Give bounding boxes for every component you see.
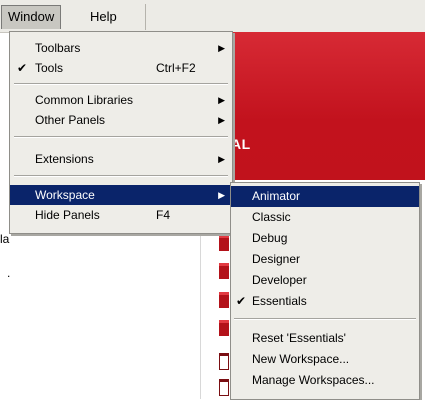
menu-item-tools[interactable]: ✔ Tools Ctrl+F2 xyxy=(10,58,232,78)
document-icon[interactable] xyxy=(219,353,229,370)
menu-item-common-libraries[interactable]: Common Libraries ▶ xyxy=(10,90,232,110)
workspace-debug[interactable]: Debug xyxy=(231,228,419,249)
menu-bar: Window Help xyxy=(0,0,425,33)
menu-item-label: Toolbars xyxy=(35,41,81,55)
document-icon[interactable] xyxy=(219,379,229,396)
menu-separator xyxy=(14,136,228,138)
submenu-arrow-icon: ▶ xyxy=(218,154,225,164)
menu-item-label: Other Panels xyxy=(35,113,106,127)
panel-text: la xyxy=(0,232,10,246)
menu-window[interactable]: Window xyxy=(1,5,62,29)
menu-separator xyxy=(234,318,416,320)
menu-separator xyxy=(14,83,228,85)
submenu-arrow-icon: ▶ xyxy=(218,43,225,53)
workspace-essentials[interactable]: ✔ Essentials xyxy=(231,291,419,312)
library-panel xyxy=(0,232,201,399)
workspace-designer[interactable]: Designer xyxy=(231,249,419,270)
menu-item-label: Debug xyxy=(252,231,288,245)
menu-item-label: Hide Panels xyxy=(35,208,100,222)
menu-separator xyxy=(14,175,228,177)
menu-item-hide-panels[interactable]: Hide Panels F4 xyxy=(10,205,232,225)
menu-item-other-panels[interactable]: Other Panels ▶ xyxy=(10,110,232,130)
menu-item-label: Common Libraries xyxy=(35,93,134,107)
workspace-submenu: Animator Classic Debug Designer Develope… xyxy=(230,182,420,400)
file-icon[interactable] xyxy=(219,235,229,251)
workspace-classic[interactable]: Classic xyxy=(231,207,419,228)
menubar-divider xyxy=(145,4,146,30)
workspace-developer[interactable]: Developer xyxy=(231,270,419,291)
menu-item-label: Essentials xyxy=(252,294,307,308)
menu-item-label: Classic xyxy=(252,210,291,224)
menu-item-label: Reset 'Essentials' xyxy=(252,331,346,345)
menu-item-label: New Workspace... xyxy=(252,352,350,366)
menu-item-label: Designer xyxy=(252,252,301,266)
welcome-banner: AL xyxy=(228,32,425,180)
banner-text: AL xyxy=(231,136,251,152)
menu-item-label: Extensions xyxy=(35,152,94,166)
menu-help[interactable]: Help xyxy=(84,6,123,28)
file-icon[interactable] xyxy=(219,320,229,336)
menu-item-label: Tools xyxy=(35,61,64,75)
file-icon[interactable] xyxy=(219,292,229,308)
shortcut-label: Ctrl+F2 xyxy=(156,61,196,75)
menu-item-label: Workspace xyxy=(35,188,95,202)
panel-text-dot: . xyxy=(7,266,11,280)
workspace-reset[interactable]: Reset 'Essentials' xyxy=(231,328,419,349)
menu-item-label: Developer xyxy=(252,273,307,287)
workspace-new[interactable]: New Workspace... xyxy=(231,349,419,370)
checkmark-icon: ✔ xyxy=(236,294,247,308)
submenu-arrow-icon: ▶ xyxy=(218,190,225,200)
workspace-manage[interactable]: Manage Workspaces... xyxy=(231,370,419,391)
menu-item-workspace[interactable]: Workspace ▶ xyxy=(10,185,232,205)
file-icon[interactable] xyxy=(219,263,229,279)
submenu-arrow-icon: ▶ xyxy=(218,95,225,105)
submenu-arrow-icon: ▶ xyxy=(218,115,225,125)
checkmark-icon: ✔ xyxy=(17,61,28,75)
menu-item-toolbars[interactable]: Toolbars ▶ xyxy=(10,38,232,58)
menu-item-label: Animator xyxy=(252,189,301,203)
window-menu: Toolbars ▶ ✔ Tools Ctrl+F2 Common Librar… xyxy=(9,31,233,234)
shortcut-label: F4 xyxy=(156,208,171,222)
workspace-animator[interactable]: Animator xyxy=(231,186,419,207)
menu-item-label: Manage Workspaces... xyxy=(252,373,375,387)
menu-item-extensions[interactable]: Extensions ▶ xyxy=(10,149,232,169)
